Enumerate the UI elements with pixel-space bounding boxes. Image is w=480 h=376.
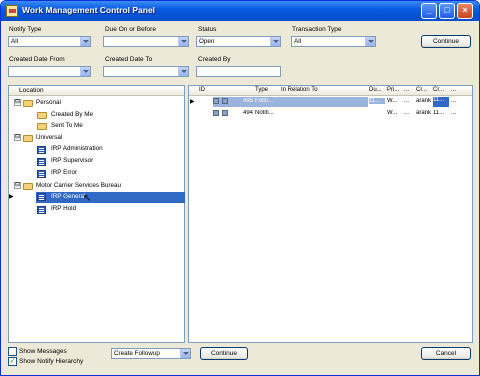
table-cell-more: ... [404,110,410,116]
table-cell-id: 494 [242,110,253,116]
chevron-down-icon[interactable] [178,67,188,76]
queue-icon [37,193,46,201]
cursor-icon: ↖ [83,193,92,204]
item-icon [222,98,228,104]
table-cell-created-by: arank [416,98,432,104]
notify-type-value: All [11,38,18,45]
table-cell-type: Notifi... [255,110,274,116]
folder-icon [23,135,33,142]
row-pointer-icon: ▶ [9,194,14,200]
continue-button[interactable]: Continue [200,347,248,360]
table-cell-more: ... [451,110,457,116]
chevron-down-icon[interactable] [80,67,90,76]
status-label: Status [198,26,217,33]
chevron-down-icon[interactable] [180,349,190,358]
table-cell-created-by: arank [416,110,432,116]
cancel-button[interactable]: Cancel [421,347,471,360]
col-more-2[interactable]: ... [451,87,456,93]
status-value: Open [199,38,215,45]
folder-icon [23,100,33,107]
table-cell-created-date: 11... [433,110,445,116]
location-header: Location [9,86,184,96]
queue-icon [37,158,46,166]
col-more-1[interactable]: ... [404,87,409,93]
minimize-button[interactable]: _ [421,3,437,19]
folder-icon [37,112,47,119]
tree-item-irp-administration[interactable]: IRP Administration [51,145,103,156]
expand-universal-icon[interactable]: ⊟ [14,134,21,141]
expand-mcsb-icon[interactable]: ⊟ [14,182,21,189]
col-due[interactable]: Du... [369,87,382,93]
table-cell-id: 495 [242,98,253,104]
col-type[interactable]: Type [255,87,268,93]
due-on-picker[interactable] [103,36,189,47]
table-cell-created-date: 11... [433,97,449,107]
action-select[interactable]: Create Followup [111,348,191,359]
title-bar: Work Management Control Panel _ □ × [1,1,479,21]
location-tree[interactable]: Location ⊟ Personal Created By Me Sent T… [8,85,185,343]
notify-type-label: Notify Type [9,26,42,33]
chevron-down-icon[interactable] [365,37,375,46]
created-to-label: Created Date To [105,56,153,63]
table-cell-due: 11... [369,98,385,104]
queue-icon [37,206,46,214]
show-messages-checkbox[interactable] [8,347,17,356]
due-on-label: Due On or Before [105,26,156,33]
show-messages-label: Show Messages [19,348,67,355]
show-notify-hierarchy-label: Show Notify Hierarchy [19,358,84,365]
queue-icon [37,170,46,178]
created-by-label: Created By [198,56,231,63]
col-id[interactable]: ID [199,87,205,93]
col-in-relation-to[interactable]: In Relation To [281,87,318,93]
item-icon [213,110,219,116]
chevron-down-icon[interactable] [270,37,280,46]
folder-icon [23,183,33,190]
created-from-label: Created Date From [9,56,65,63]
work-management-window: Work Management Control Panel _ □ × Noti… [0,0,480,376]
action-value: Create Followup [114,350,160,357]
app-icon [6,5,18,17]
notify-type-select[interactable]: All [8,36,91,47]
col-created-by[interactable]: Cr... [416,87,427,93]
tree-item-personal[interactable]: Personal [36,99,61,110]
tree-item-universal[interactable]: Universal [36,134,62,145]
table-cell-type: Follo... [255,98,274,104]
folder-icon [37,123,47,130]
work-items-grid[interactable]: ID Type In Relation To Du... Pri... ... … [188,85,473,343]
table-cell-more: ... [451,98,457,104]
tree-item-irp-hold[interactable]: IRP Hold [51,205,76,216]
expand-personal-icon[interactable]: ⊟ [14,99,21,106]
chevron-down-icon[interactable] [80,37,90,46]
queue-icon [37,146,46,154]
transaction-type-value: All [294,38,301,45]
tree-item-created-by-me[interactable]: Created By Me [51,111,93,122]
close-button[interactable]: × [457,3,473,19]
window-title: Work Management Control Panel [22,5,156,15]
grid-header: ID Type In Relation To Du... Pri... ... … [189,86,472,96]
filter-continue-button[interactable]: Continue [421,35,471,48]
item-icon [213,98,219,104]
table-cell-priority: W... [387,98,398,104]
table-cell-more: ... [404,98,410,104]
chevron-down-icon[interactable] [178,37,188,46]
location-header-label: Location [19,87,44,94]
tree-item-irp-general[interactable]: IRP General [51,193,86,204]
item-icon [222,110,228,116]
created-from-picker[interactable] [8,66,91,77]
transaction-type-select[interactable]: All [291,36,376,47]
col-priority[interactable]: Pri... [387,87,399,93]
row-pointer-icon: ▶ [190,99,195,105]
tree-item-sent-to-me[interactable]: Sent To Me [51,122,83,133]
created-by-input[interactable] [196,66,281,77]
table-cell-priority: W... [387,110,398,116]
tree-item-irp-error[interactable]: IRP Error [51,169,77,180]
created-to-picker[interactable] [103,66,189,77]
maximize-button[interactable]: □ [439,3,455,19]
transaction-type-label: Transaction Type [292,26,342,33]
col-created-date[interactable]: Cr... [433,87,444,93]
status-select[interactable]: Open [196,36,281,47]
show-notify-hierarchy-checkbox[interactable]: ✓ [8,357,17,366]
tree-item-irp-supervisor[interactable]: IRP Supervisor [51,157,93,168]
